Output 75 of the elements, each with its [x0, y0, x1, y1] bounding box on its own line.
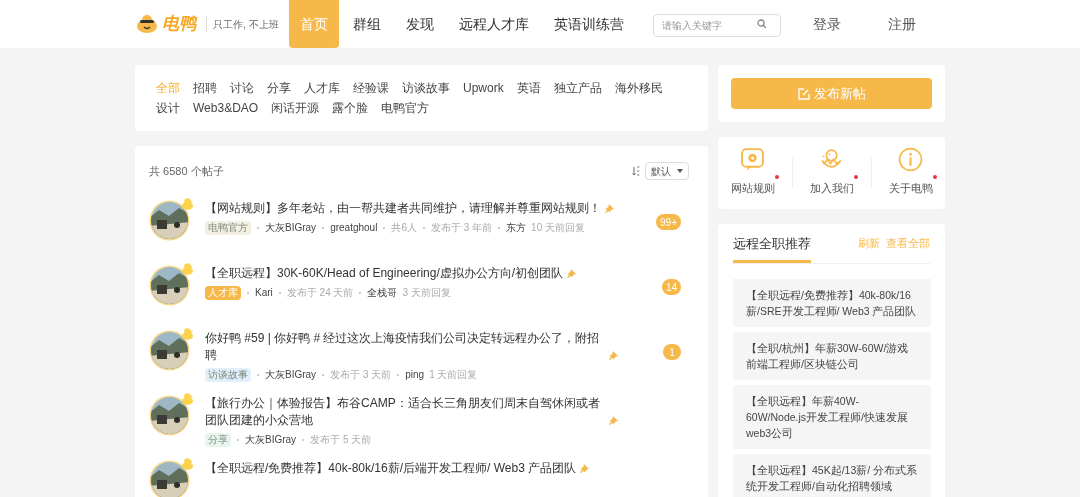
- category-tab[interactable]: 独立产品: [553, 79, 602, 97]
- nav-tab[interactable]: 英语训练营: [542, 0, 635, 48]
- post-info: 发布于 3 年前: [430, 221, 493, 235]
- category-tab[interactable]: 闲话开源: [271, 99, 320, 117]
- link-label[interactable]: 网站规则: [730, 182, 775, 194]
- category-tab[interactable]: 访谈故事: [402, 79, 450, 97]
- recommend-item[interactable]: 【全职/杭州】年薪30W-60W/游戏前端工程师/区块链公司: [733, 332, 931, 380]
- slogan: 只工作, 不上班: [213, 17, 279, 32]
- user-name[interactable]: 全栈哥: [367, 286, 398, 300]
- category-tab[interactable]: 海外移民: [614, 79, 663, 97]
- reply-count-badge: 1: [663, 344, 681, 360]
- post-count: 共 6580 个帖子: [149, 163, 224, 179]
- category-tab[interactable]: 电鸭官方: [381, 99, 430, 117]
- caret-icon: [677, 169, 683, 173]
- user-name[interactable]: 大灰BIGray: [265, 221, 317, 235]
- recommend-item[interactable]: 【全职远程/免费推荐】40k-80k/16薪/SRE开发工程师/ Web3 产品团队: [733, 279, 931, 327]
- pin-icon: [580, 464, 590, 473]
- pin-icon: [609, 351, 618, 360]
- duck-logo-icon[interactable]: [136, 14, 158, 34]
- user-name[interactable]: 大灰BIGray: [245, 433, 297, 447]
- sort-icon[interactable]: [632, 166, 640, 176]
- duck-badge-icon: [181, 392, 194, 405]
- duck-badge-icon: [181, 197, 194, 210]
- post-title[interactable]: 你好鸭 #59 | 你好鸭 # 经过这次上海疫情我们公司决定转远程办公了，附招聘: [205, 330, 605, 364]
- user-name[interactable]: ping: [405, 368, 425, 382]
- nav-tab[interactable]: 群组: [341, 0, 392, 48]
- post-info: 10 天前回复: [531, 221, 585, 235]
- login-link[interactable]: 登录: [812, 13, 841, 35]
- duck-badge-icon: [181, 262, 194, 275]
- pin-icon: [567, 269, 577, 278]
- info-icon[interactable]: [898, 147, 923, 172]
- nav-tab[interactable]: 远程人才库: [447, 0, 540, 48]
- recommend-item[interactable]: 【全职远程】年薪40W-60W/Node.js开发工程师/快速发展web3公司: [733, 385, 931, 449]
- link-label[interactable]: 关于电鸭: [888, 182, 933, 194]
- user-name[interactable]: Kari: [255, 286, 273, 300]
- pin-icon: [609, 416, 618, 425]
- reply-count-badge: 99+: [656, 214, 681, 230]
- category-tab[interactable]: 英语: [516, 79, 541, 97]
- category-tab[interactable]: 设计: [156, 99, 180, 117]
- edit-icon: [797, 87, 810, 100]
- post-title[interactable]: 【全职远程/免费推荐】40k-80k/16薪/后端开发工程师/ Web3 产品团队: [205, 460, 577, 477]
- category-tab[interactable]: 人才库: [304, 79, 340, 97]
- post-info: 发布于 3 天前: [330, 368, 392, 382]
- post-info: 发布于 5 天前: [310, 433, 372, 447]
- post-info: 1 天前回复: [429, 368, 478, 382]
- category-tab[interactable]: Upwork: [463, 79, 504, 97]
- user-name[interactable]: 东方: [506, 221, 527, 235]
- post-title[interactable]: 【旅行办公｜体验报告】布谷CAMP：适合长三角朋友们周末自驾休闲或者团队团建的小众营地: [205, 395, 605, 429]
- pin-icon: [605, 204, 614, 213]
- link-label[interactable]: 加入我们: [809, 182, 854, 194]
- post-title[interactable]: 【全职远程】30K-60K/Head of Engineering/虚拟办公方向/初创团队: [205, 265, 564, 282]
- category-tab[interactable]: 经验课: [353, 79, 389, 97]
- recommend-title[interactable]: 远程全职推荐: [733, 224, 811, 263]
- duck-badge-icon: [181, 457, 194, 470]
- user-name[interactable]: greatghoul: [330, 221, 378, 235]
- post-info: 3 天前回复: [402, 286, 451, 300]
- register-link[interactable]: 注册: [887, 13, 916, 35]
- category-tab[interactable]: 招聘: [193, 79, 217, 97]
- duck-badge-icon: [181, 327, 194, 340]
- category-tab[interactable]: 分享: [267, 79, 291, 97]
- post-tag[interactable]: 分享: [205, 433, 231, 447]
- post-title[interactable]: 【网站规则】多年老站，由一帮共建者共同维护，请理解并尊重网站规则！: [205, 200, 601, 217]
- user-name[interactable]: 大灰BIGray: [265, 368, 317, 382]
- search-icon: [756, 18, 767, 29]
- category-tab[interactable]: Web3&DAO: [193, 99, 259, 117]
- reply-count-badge: 14: [661, 279, 681, 295]
- post-info: 发布于 24 天前: [286, 286, 354, 300]
- search-field[interactable]: 请输入关键字: [652, 13, 781, 37]
- sort-dropdown[interactable]: 默认: [645, 162, 689, 180]
- recommend-item[interactable]: 【全职远程】45K起/13薪/ 分布式系统开发工程师/自动化招聘领域: [733, 454, 931, 497]
- category-tab[interactable]: 露个脸: [332, 99, 369, 117]
- category-tab[interactable]: 讨论: [230, 79, 254, 97]
- post-info: 共6人: [391, 221, 417, 235]
- gear-chat-icon[interactable]: [740, 147, 765, 172]
- nav-tab[interactable]: 发现: [394, 0, 445, 48]
